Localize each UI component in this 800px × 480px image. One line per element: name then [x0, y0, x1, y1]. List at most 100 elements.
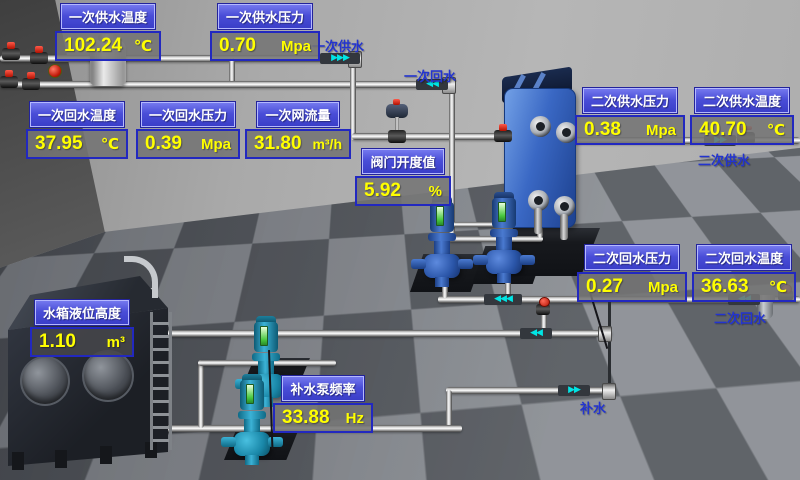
pump-inlet-stub	[221, 437, 236, 447]
tank-leg	[12, 452, 24, 470]
valve-body	[388, 130, 406, 143]
gauge-title: 一次网流量	[257, 102, 338, 127]
gauge-primary-return-temperature[interactable]: 一次回水温度 37.95 ℃	[26, 102, 128, 159]
gauge-title: 二次回水压力	[585, 245, 679, 270]
pump-neck	[490, 229, 518, 237]
pump-run-indicator	[436, 206, 444, 226]
gauge-makeup-pump-frequency[interactable]: 补水泵频率 33.88 Hz	[273, 376, 373, 433]
control-valve[interactable]	[386, 104, 408, 118]
valve-actuator-dome	[386, 104, 408, 118]
gauge-value-box: 0.70 Mpa	[210, 31, 320, 61]
gauge-unit: Mpa	[201, 133, 231, 156]
gauge-primary-supply-pressure[interactable]: 一次供水压力 0.70 Mpa	[210, 4, 320, 61]
gauge-value-box: 102.24 ℃	[55, 31, 161, 61]
hx-bottom-stub	[560, 214, 568, 240]
gauge-unit: m³	[107, 331, 125, 354]
gauge-unit: ℃	[101, 133, 119, 156]
gauge-primary-network-flow[interactable]: 一次网流量 31.80 m³/h	[245, 102, 351, 159]
pump-column	[258, 361, 274, 375]
gauge-unit: Mpa	[646, 119, 676, 142]
gauge-unit: ℃	[767, 119, 785, 142]
gauge-secondary-return-pressure[interactable]: 二次回水压力 0.27 Mpa	[577, 245, 687, 302]
tank-leg	[100, 446, 112, 464]
gauge-tank-level[interactable]: 水箱液位高度 1.10 m³	[30, 300, 134, 357]
valve-icon[interactable]	[2, 48, 20, 60]
pump-volute	[424, 254, 460, 278]
gauge-value-box: 1.10 m³	[30, 327, 134, 357]
gauge-title: 一次供水压力	[218, 4, 312, 29]
gauge-value-box: 37.95 ℃	[26, 129, 128, 159]
gauge-secondary-return-temperature[interactable]: 二次回水温度 36.63 ℃	[692, 245, 796, 302]
gauge-value: 102.24	[64, 34, 122, 57]
pump-column	[496, 237, 512, 251]
pump-neck	[428, 233, 456, 241]
pump-foot	[435, 277, 449, 287]
gauge-value: 0.39	[145, 132, 182, 155]
gauge-title: 一次回水温度	[30, 102, 124, 127]
circulation-pump[interactable]	[420, 196, 464, 292]
pump-column	[244, 419, 260, 433]
valve-icon[interactable]	[494, 130, 512, 142]
circulation-pump[interactable]	[482, 192, 526, 288]
gauge-value: 0.70	[219, 34, 256, 57]
gauge-title: 一次回水压力	[141, 102, 235, 127]
gauge-value-box: 0.27 Mpa	[577, 272, 687, 302]
pump-run-indicator	[246, 384, 254, 404]
pipe-primary-return	[0, 81, 450, 88]
makeup-water-pump[interactable]	[230, 374, 274, 464]
gauge-unit: Hz	[346, 407, 364, 430]
gauge-unit: ℃	[769, 276, 787, 299]
gauge-secondary-supply-temperature[interactable]: 二次供水温度 40.70 ℃	[690, 88, 794, 145]
gauge-value: 1.10	[39, 330, 76, 353]
gauge-unit: %	[429, 180, 442, 203]
pump-outlet-stub	[520, 255, 535, 265]
pump-volute	[234, 432, 270, 456]
gauge-unit: ℃	[134, 35, 152, 58]
gauge-title: 二次回水温度	[697, 245, 791, 270]
gauge-value: 0.38	[584, 118, 621, 141]
gauge-value-box: 5.92 %	[355, 176, 451, 206]
gauge-value-box: 0.39 Mpa	[136, 129, 240, 159]
valve-icon[interactable]	[0, 76, 18, 88]
gauge-valve-opening[interactable]: 阀门开度值 5.92 %	[355, 149, 451, 206]
gauge-title: 水箱液位高度	[35, 300, 129, 325]
gauge-value-box: 36.63 ℃	[692, 272, 796, 302]
tank-ladder	[150, 312, 172, 450]
pipe-makeup-riser	[608, 302, 611, 390]
valve-indicator	[393, 99, 400, 105]
pump-volute	[486, 250, 522, 274]
tank-manhole	[20, 356, 70, 406]
gauge-title: 一次供水温度	[61, 4, 155, 29]
flow-left-icon: ◀◀◀	[484, 294, 522, 305]
pump-foot	[497, 273, 511, 283]
gauge-secondary-supply-pressure[interactable]: 二次供水压力 0.38 Mpa	[575, 88, 685, 145]
tank-leg	[55, 450, 67, 468]
pump-neck	[238, 411, 266, 419]
gauge-value: 0.27	[586, 275, 623, 298]
valve-icon[interactable]	[22, 78, 40, 90]
pipe-makeup-elbow	[446, 390, 452, 428]
gauge-primary-return-pressure[interactable]: 一次回水压力 0.39 Mpa	[136, 102, 240, 159]
pump-inlet-stub	[473, 255, 488, 265]
pipe-label-secondary-supply: 二次供水	[698, 150, 750, 169]
gauge-title: 二次供水压力	[583, 88, 677, 113]
gauge-value-box: 0.38 Mpa	[575, 115, 685, 145]
tank-manhole	[82, 350, 134, 402]
pump-outlet-stub	[458, 259, 473, 269]
hx-port	[556, 122, 577, 143]
pipe-suction-loop-left	[198, 360, 204, 428]
pipe-label-primary-return: 一次回水	[404, 66, 456, 85]
pump-neck	[252, 353, 280, 361]
hx-port	[530, 116, 551, 137]
pump-run-indicator	[260, 326, 268, 346]
flow-left-icon: ◀◀	[520, 328, 552, 339]
gauge-title: 二次供水温度	[695, 88, 789, 113]
gauge-title: 阀门开度值	[362, 149, 443, 174]
gauge-unit: Mpa	[281, 35, 311, 58]
gauge-primary-supply-temperature[interactable]: 一次供水温度 102.24 ℃	[55, 4, 161, 61]
valve-icon[interactable]	[30, 52, 48, 64]
gauge-value: 40.70	[699, 118, 747, 141]
pipe-label-makeup-water: 补水	[580, 398, 606, 417]
gauge-value: 31.80	[254, 132, 302, 155]
gauge-value-box: 33.88 Hz	[273, 403, 373, 433]
